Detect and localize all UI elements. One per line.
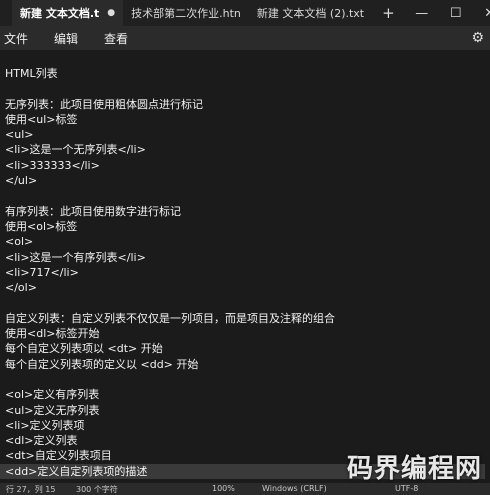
character-count: 300 个字符 bbox=[76, 485, 118, 494]
editor-line: </ol> bbox=[5, 281, 37, 295]
editor-line: <li>333333</li> bbox=[5, 158, 100, 172]
close-button[interactable]: ✕ bbox=[473, 0, 490, 26]
editor-line: <li>定义列表项 bbox=[5, 418, 85, 432]
tab-label: 新建 文本文档 (2).txt bbox=[256, 7, 365, 20]
editor-line: 使用<ul>标签 bbox=[5, 112, 78, 126]
editor-line: <li>717</li> bbox=[5, 265, 79, 279]
add-tab-button[interactable]: + bbox=[372, 4, 405, 22]
editor-line: <ul>定义无序列表 bbox=[5, 403, 100, 417]
editor-line: 自定义列表：自定义列表不仅仅是一列项目，而是项目及注释的组合 bbox=[5, 311, 335, 325]
minimize-button[interactable]: — bbox=[405, 0, 439, 26]
editor-line: 每个自定义列表项的定义以 <dd> 开始 bbox=[5, 357, 199, 371]
editor-line: <ul> bbox=[5, 128, 34, 142]
editor-line: 无序列表：此项目使用粗体圆点进行标记 bbox=[5, 97, 203, 111]
tab-new-text-document[interactable]: 新建 文本文档.t ● bbox=[12, 0, 124, 26]
editor-line: <ol>定义有序列表 bbox=[5, 388, 100, 402]
menu-bar: 文件 编辑 查看 ⚙ bbox=[0, 26, 490, 50]
editor-line: <dl>定义列表 bbox=[5, 434, 78, 448]
menu-edit[interactable]: 编辑 bbox=[46, 26, 88, 50]
tab-label: 新建 文本文档.t bbox=[20, 7, 100, 20]
maximize-button[interactable]: ☐ bbox=[439, 0, 473, 26]
editor-line: 使用<dl>标签开始 bbox=[5, 327, 100, 341]
editor-line: </ul> bbox=[5, 174, 38, 188]
tab-label: 技术部第二次作业.htn bbox=[131, 7, 241, 20]
settings-gear-icon[interactable]: ⚙ bbox=[471, 30, 484, 46]
menu-file[interactable]: 文件 bbox=[0, 26, 38, 50]
zoom-level[interactable]: 100% bbox=[212, 484, 235, 493]
editor-lines: HTML列表 无序列表：此项目使用粗体圆点进行标记 使用<ul>标签 <ul> <li>… bbox=[0, 66, 485, 480]
tab-new-text-document-2[interactable]: 新建 文本文档 (2).txt bbox=[249, 0, 372, 26]
unsaved-dot-icon[interactable]: ● bbox=[107, 8, 115, 18]
editor-line: 每个自定义列表项以 <dt> 开始 bbox=[5, 342, 163, 356]
encoding[interactable]: UTF-8 bbox=[395, 484, 418, 493]
title-bar: 新建 文本文档.t ● 技术部第二次作业.htn 新建 文本文档 (2).txt… bbox=[0, 0, 490, 26]
editor-line: 有序列表：此项目使用数字进行标记 bbox=[5, 204, 181, 218]
editor-line: <li>这是一个无序列表</li> bbox=[5, 143, 146, 157]
editor-line: <li>这是一个有序列表</li> bbox=[5, 250, 146, 264]
editor-line: <ol> bbox=[5, 235, 34, 249]
text-editor[interactable]: HTML列表 无序列表：此项目使用粗体圆点进行标记 使用<ul>标签 <ul> <li>… bbox=[0, 50, 490, 483]
line-ending[interactable]: Windows (CRLF) bbox=[262, 484, 327, 493]
editor-line: 使用<ol>标签 bbox=[5, 219, 78, 233]
cursor-position: 行 27，列 15 bbox=[6, 485, 56, 494]
editor-line: HTML列表 bbox=[5, 67, 58, 80]
menu-view[interactable]: 查看 bbox=[96, 26, 138, 50]
watermark-logo: 码界编程网 bbox=[346, 454, 482, 484]
tab-tech-homework[interactable]: 技术部第二次作业.htn bbox=[123, 0, 249, 26]
window-controls: — ☐ ✕ bbox=[405, 0, 490, 26]
